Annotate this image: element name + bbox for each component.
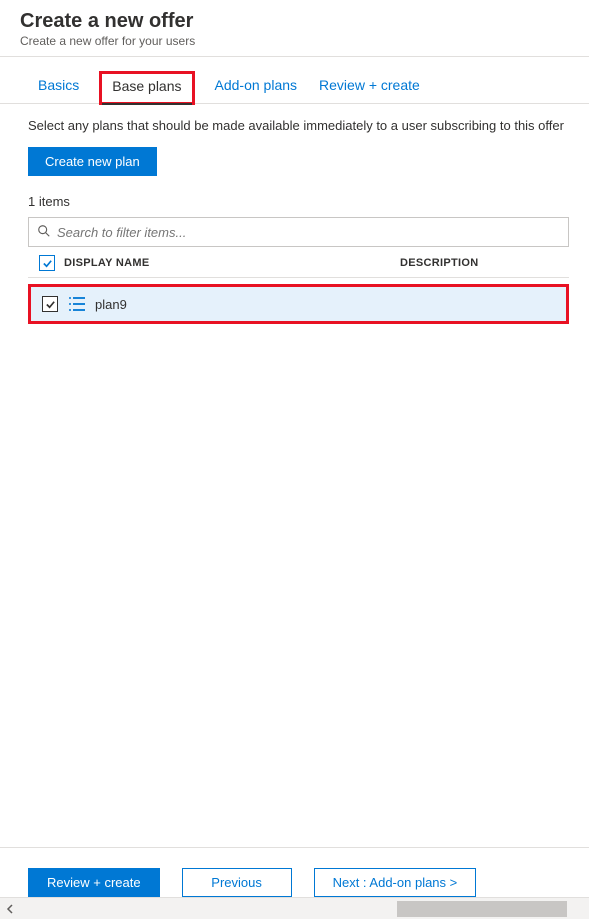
content-area: Select any plans that should be made ava… <box>0 104 589 324</box>
tab-basics[interactable]: Basics <box>36 71 81 103</box>
next-button[interactable]: Next : Add-on plans > <box>314 868 477 897</box>
search-icon <box>37 224 51 241</box>
page-title: Create a new offer <box>20 10 569 33</box>
plan-icon <box>67 295 87 313</box>
item-count-label: 1 items <box>28 194 569 209</box>
table-row[interactable]: plan9 <box>28 284 569 324</box>
tab-base-plans[interactable]: Base plans <box>99 71 194 105</box>
column-header-name[interactable]: DISPLAY NAME <box>60 257 400 269</box>
create-new-plan-button[interactable]: Create new plan <box>28 147 157 176</box>
review-create-button[interactable]: Review + create <box>28 868 160 897</box>
row-name: plan9 <box>95 297 127 312</box>
tab-review-create[interactable]: Review + create <box>317 71 422 103</box>
description-text: Select any plans that should be made ava… <box>28 118 569 133</box>
horizontal-scrollbar[interactable] <box>0 897 589 919</box>
table-header-row: DISPLAY NAME DESCRIPTION <box>28 247 569 278</box>
select-all-checkbox[interactable] <box>39 255 55 271</box>
column-header-description[interactable]: DESCRIPTION <box>400 257 569 269</box>
row-checkbox[interactable] <box>42 296 58 312</box>
previous-button[interactable]: Previous <box>182 868 292 897</box>
scroll-thumb[interactable] <box>397 901 567 917</box>
footer-bar: Review + create Previous Next : Add-on p… <box>0 847 589 897</box>
search-input[interactable] <box>57 225 560 240</box>
tab-addon-plans[interactable]: Add-on plans <box>213 71 300 103</box>
search-box[interactable] <box>28 217 569 247</box>
scroll-left-arrow-icon[interactable] <box>0 898 22 920</box>
page-subtitle: Create a new offer for your users <box>20 34 569 48</box>
tab-bar: Basics Base plans Add-on plans Review + … <box>0 57 589 104</box>
page-header: Create a new offer Create a new offer fo… <box>0 0 589 57</box>
